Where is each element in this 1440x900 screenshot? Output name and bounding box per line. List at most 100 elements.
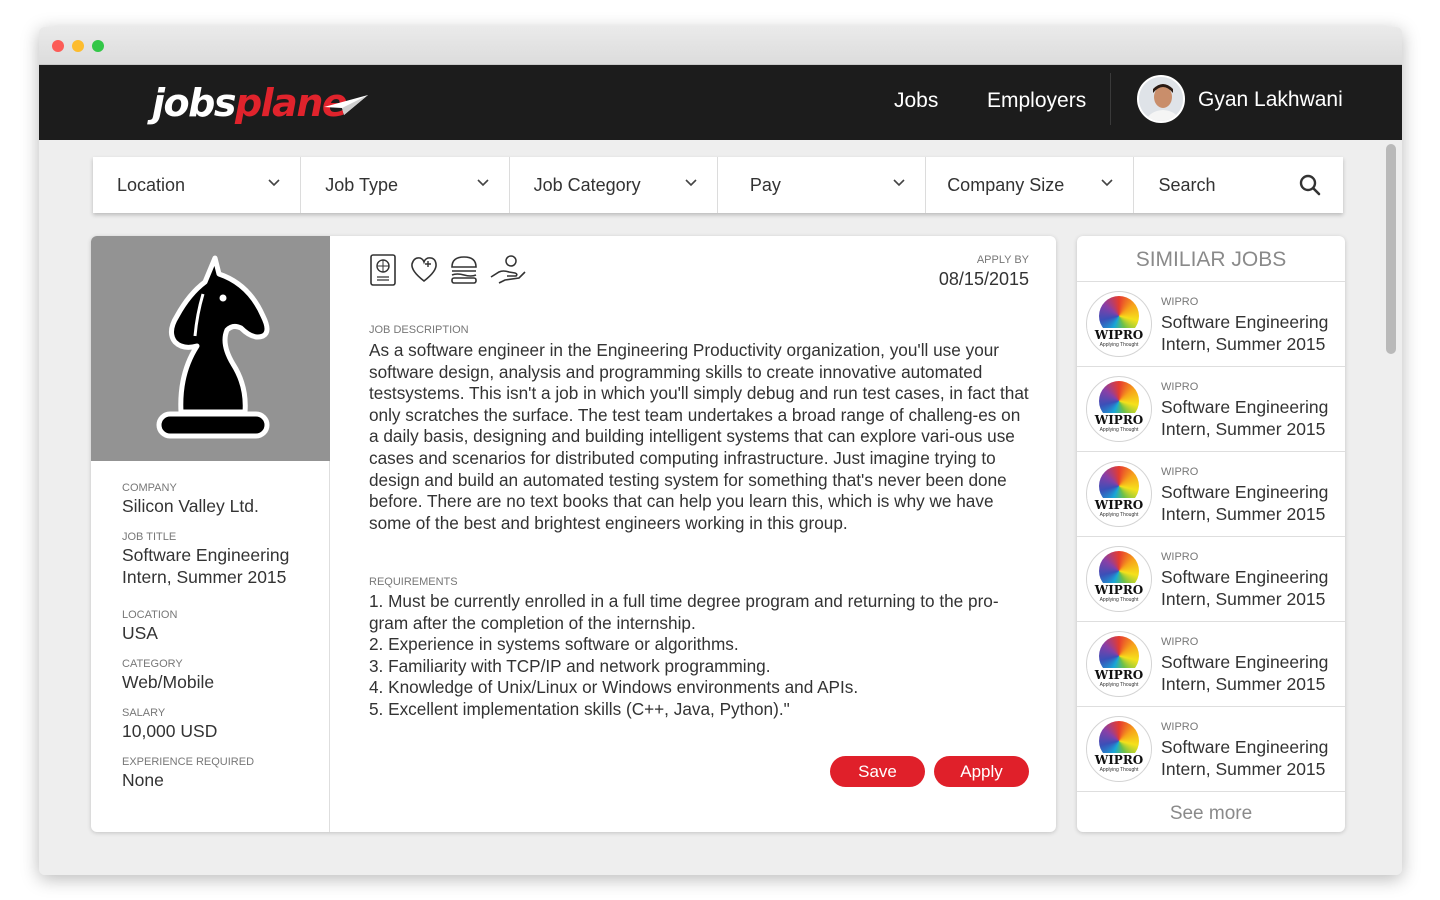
paper-plane-icon bbox=[324, 95, 368, 115]
wipro-logo: WIPRO Applying Thought bbox=[1086, 546, 1152, 612]
requirement-item: 4. Knowledge of Unix/Linux or Windows en… bbox=[369, 677, 859, 698]
similar-job-title: Software Engineering Intern, Summer 2015 bbox=[1161, 737, 1329, 779]
similar-job-item[interactable]: WIPRO Applying Thought WIPRO Software Engin… bbox=[1077, 282, 1345, 367]
similar-job-item[interactable]: WIPRO Applying Thought WIPRO Software Engin… bbox=[1077, 622, 1345, 707]
nav-link-jobs[interactable]: Jobs bbox=[894, 87, 938, 115]
similar-job-company: WIPRO bbox=[1161, 636, 1199, 648]
job-detail-card: COMPANY Silicon Valley Ltd. JOB TITLE So… bbox=[91, 236, 1056, 832]
browser-window: jobsplane Jobs Employers Gyan Lakhwani L… bbox=[39, 27, 1402, 875]
similar-jobs-title: SIMILIAR JOBS bbox=[1077, 236, 1345, 282]
company-value: Silicon Valley Ltd. bbox=[122, 496, 259, 516]
description-label: JOB DESCRIPTION bbox=[369, 324, 469, 336]
logo-text-jobs: jobs bbox=[152, 81, 236, 125]
similar-job-title: Software Engineering Intern, Summer 2015 bbox=[1161, 397, 1329, 439]
experience-label: EXPERIENCE REQUIRED bbox=[122, 756, 255, 768]
wipro-wordmark: WIPRO bbox=[1087, 498, 1151, 512]
jobsplane-logo[interactable]: jobsplane bbox=[152, 79, 372, 129]
save-button[interactable]: Save bbox=[830, 756, 925, 787]
filter-job-type[interactable]: Job Type bbox=[301, 157, 510, 213]
wipro-wordmark: WIPRO bbox=[1087, 668, 1151, 682]
category-label: CATEGORY bbox=[122, 658, 183, 670]
health-icon bbox=[409, 253, 439, 287]
salary-value: 10,000 USD bbox=[122, 721, 218, 741]
requirement-item: 2. Experience in systems software or alg… bbox=[369, 634, 739, 655]
experience-value: None bbox=[122, 770, 164, 790]
chevron-down-icon bbox=[477, 179, 489, 187]
similar-job-title: Software Engineering Intern, Summer 2015 bbox=[1161, 652, 1329, 694]
similar-job-title: Software Engineering Intern, Summer 2015 bbox=[1161, 567, 1329, 609]
chevron-down-icon bbox=[1101, 179, 1114, 187]
filter-label: Pay bbox=[749, 175, 781, 195]
vertical-scrollbar[interactable] bbox=[1386, 144, 1396, 354]
similar-job-company: WIPRO bbox=[1161, 551, 1199, 563]
wipro-logo: WIPRO Applying Thought bbox=[1086, 461, 1152, 527]
similar-job-company: WIPRO bbox=[1161, 381, 1199, 393]
search-icon[interactable] bbox=[1299, 174, 1321, 196]
top-navbar: jobsplane Jobs Employers Gyan Lakhwani bbox=[39, 65, 1402, 140]
similar-job-item[interactable]: WIPRO Applying Thought WIPRO Software Engin… bbox=[1077, 707, 1345, 792]
similar-job-company: WIPRO bbox=[1161, 721, 1199, 733]
filter-label: Job Category bbox=[533, 175, 641, 195]
job-summary-column: COMPANY Silicon Valley Ltd. JOB TITLE So… bbox=[91, 236, 330, 832]
minimize-window-button[interactable] bbox=[72, 40, 84, 52]
filter-job-category[interactable]: Job Category bbox=[510, 157, 718, 213]
passport-icon bbox=[369, 253, 399, 287]
chevron-down-icon bbox=[685, 179, 697, 187]
similar-job-item[interactable]: WIPRO Applying Thought WIPRO Software Engin… bbox=[1077, 452, 1345, 537]
filter-bar: Location Job Type Job Category Pay Compa… bbox=[93, 157, 1343, 213]
apply-by-date: 08/15/2015 bbox=[938, 269, 1029, 289]
job-description: As a software engineer in the Engineerin… bbox=[369, 340, 1029, 533]
wipro-wordmark: WIPRO bbox=[1087, 753, 1151, 767]
see-more-link[interactable]: See more bbox=[1077, 792, 1345, 832]
close-window-button[interactable] bbox=[52, 40, 64, 52]
similar-jobs-card: SIMILIAR JOBS WIPRO Applying Thought WIPRO… bbox=[1077, 236, 1345, 832]
nav-link-employers[interactable]: Employers bbox=[987, 87, 1086, 115]
search-field[interactable]: Search bbox=[1134, 157, 1342, 213]
requirements-list: 1. Must be currently enrolled in a full … bbox=[369, 591, 1029, 721]
apply-button[interactable]: Apply bbox=[934, 756, 1029, 787]
location-label: LOCATION bbox=[122, 609, 178, 621]
location-value: USA bbox=[122, 623, 158, 643]
company-logo-box bbox=[91, 236, 330, 461]
user-avatar[interactable] bbox=[1137, 75, 1185, 123]
chevron-down-icon bbox=[268, 179, 280, 187]
wipro-wordmark: WIPRO bbox=[1087, 583, 1151, 597]
wipro-logo: WIPRO Applying Thought bbox=[1086, 291, 1152, 357]
wipro-tagline: Applying Thought bbox=[1099, 597, 1139, 603]
similar-job-item[interactable]: WIPRO Applying Thought WIPRO Software Engin… bbox=[1077, 537, 1345, 622]
requirement-item: 1. Must be currently enrolled in a full … bbox=[369, 591, 999, 633]
similar-job-title: Software Engineering Intern, Summer 2015 bbox=[1161, 482, 1329, 524]
wipro-logo: WIPRO Applying Thought bbox=[1086, 716, 1152, 782]
category-value: Web/Mobile bbox=[122, 672, 215, 692]
similar-job-item[interactable]: WIPRO Applying Thought WIPRO Software Engin… bbox=[1077, 367, 1345, 452]
filter-company-size[interactable]: Company Size bbox=[926, 157, 1135, 213]
wipro-wordmark: WIPRO bbox=[1087, 328, 1151, 342]
apply-by-label: APPLY BY bbox=[976, 254, 1029, 266]
nav-divider bbox=[1110, 73, 1111, 125]
filter-location[interactable]: Location bbox=[93, 157, 302, 213]
wipro-logo: WIPRO Applying Thought bbox=[1086, 376, 1152, 442]
filter-label: Location bbox=[117, 175, 186, 195]
similar-job-title: Software Engineering Intern, Summer 2015 bbox=[1161, 312, 1329, 354]
company-label: COMPANY bbox=[122, 482, 177, 494]
similar-job-company: WIPRO bbox=[1161, 466, 1199, 478]
wipro-tagline: Applying Thought bbox=[1099, 512, 1139, 518]
similar-jobs-list: WIPRO Applying Thought WIPRO Software Engin… bbox=[1077, 282, 1345, 792]
user-name[interactable]: Gyan Lakhwani bbox=[1198, 86, 1343, 114]
job-detail-body: APPLY BY 08/15/2015 JOB DESCRIPTION As a… bbox=[369, 236, 1029, 832]
benefits-hand-icon bbox=[489, 253, 526, 287]
filter-label: Job Type bbox=[325, 175, 399, 195]
chevron-down-icon bbox=[893, 179, 905, 187]
food-icon bbox=[449, 253, 479, 287]
wipro-tagline: Applying Thought bbox=[1099, 427, 1139, 433]
filter-pay[interactable]: Pay bbox=[718, 157, 927, 213]
job-title-label: JOB TITLE bbox=[122, 531, 177, 543]
job-title-value: Software Engineering Intern, Summer 2015 bbox=[122, 545, 290, 587]
similar-job-company: WIPRO bbox=[1161, 296, 1199, 308]
requirement-item: 3. Familiarity with TCP/IP and network p… bbox=[369, 655, 771, 676]
wipro-logo: WIPRO Applying Thought bbox=[1086, 631, 1152, 697]
maximize-window-button[interactable] bbox=[92, 40, 104, 52]
wipro-tagline: Applying Thought bbox=[1099, 767, 1139, 773]
requirements-label: REQUIREMENTS bbox=[369, 576, 458, 588]
page-content: Location Job Type Job Category Pay Compa… bbox=[39, 140, 1402, 875]
